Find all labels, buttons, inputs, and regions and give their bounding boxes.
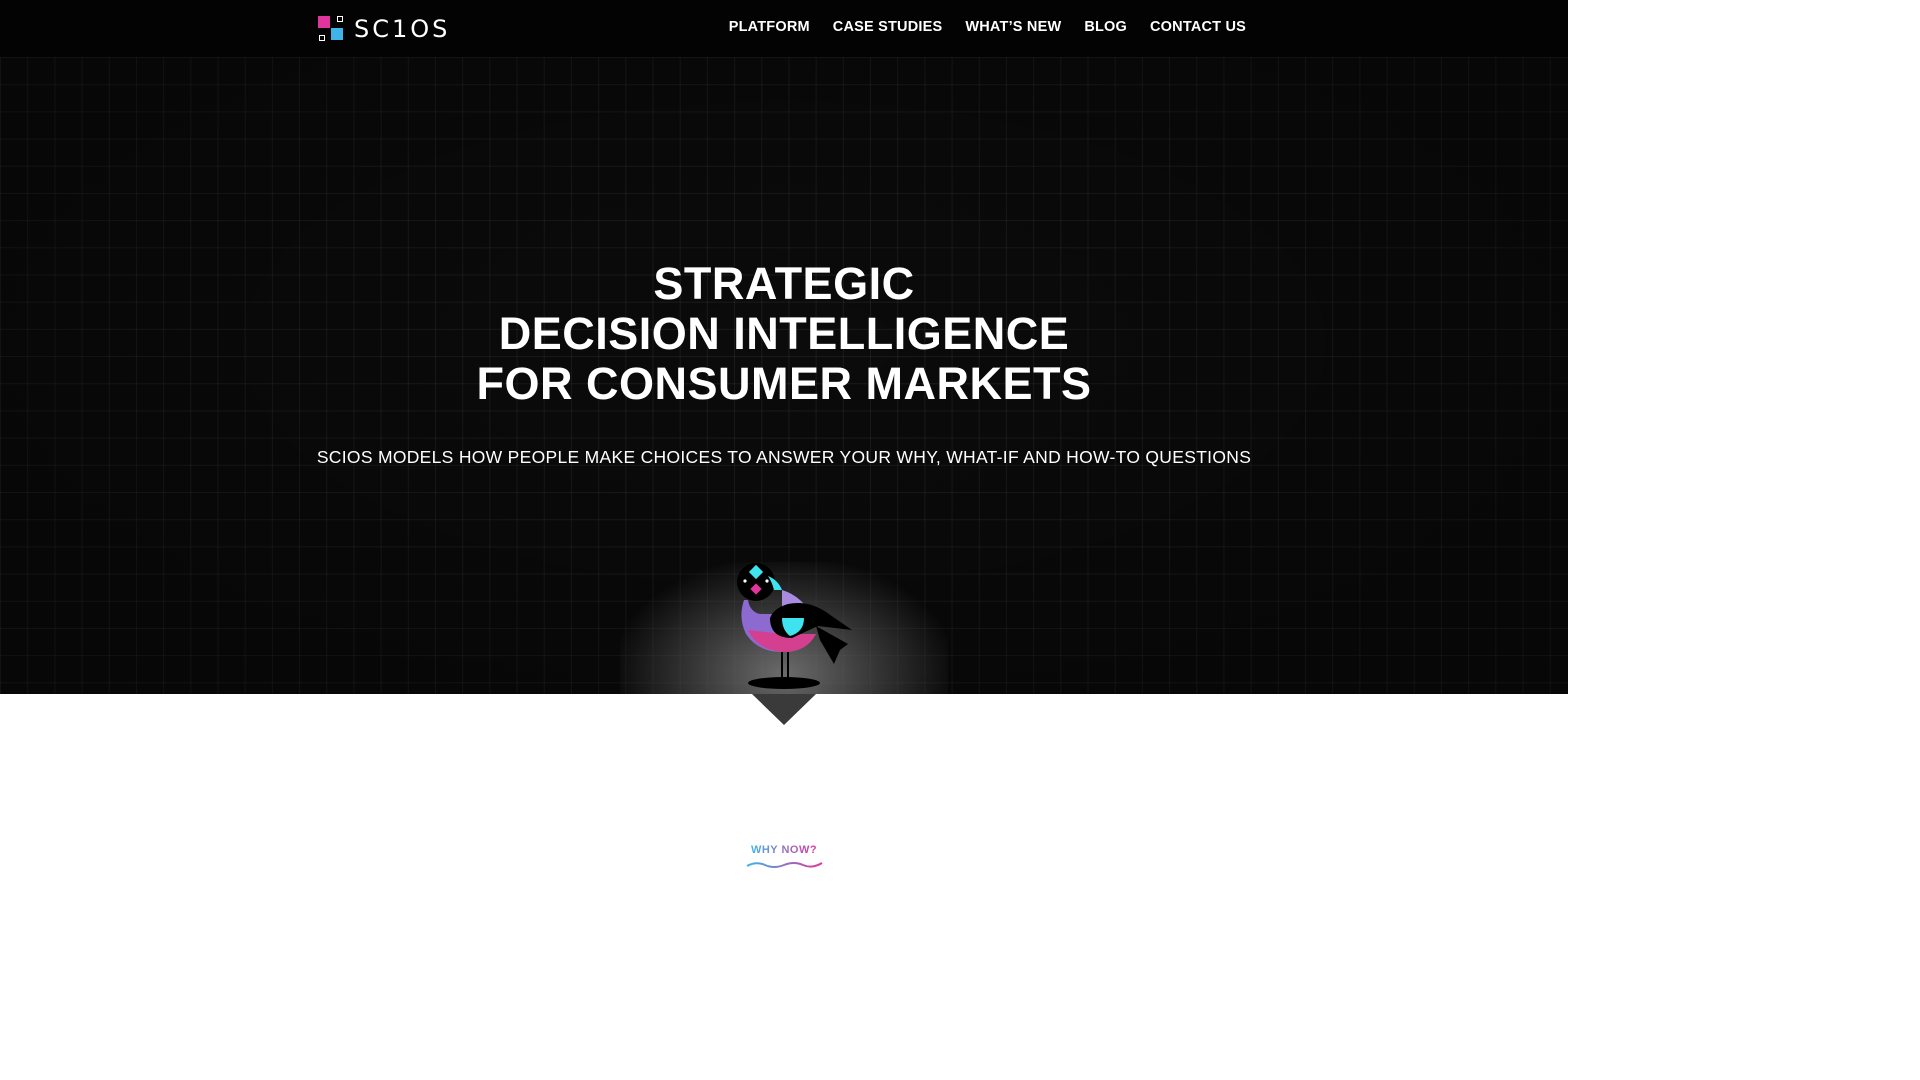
nav-item-blog[interactable]: BLOG <box>1084 19 1127 35</box>
geometric-bird-icon <box>737 563 852 689</box>
why-now-label: WHY NOW? <box>750 844 818 856</box>
nav-menu: PLATFORM CASE STUDIES WHAT’S NEW BLOG CO… <box>729 19 1246 35</box>
nav-item-platform[interactable]: PLATFORM <box>729 19 810 35</box>
top-navigation: SC1OS PLATFORM CASE STUDIES WHAT’S NEW B… <box>0 0 1568 57</box>
headline-line-3: FOR CONSUMER MARKETS <box>476 358 1092 409</box>
section-eyebrow: WHY NOW? <box>0 844 1568 856</box>
headline-line-1: STRATEGIC <box>653 258 915 309</box>
scios-logo[interactable]: SC1OS <box>318 14 450 44</box>
nav-item-case-studies[interactable]: CASE STUDIES <box>833 19 943 35</box>
nav-item-whats-new[interactable]: WHAT’S NEW <box>965 19 1061 35</box>
hero-headline: STRATEGIC DECISION INTELLIGENCE FOR CONS… <box>0 259 1568 409</box>
headline-line-2: DECISION INTELLIGENCE <box>498 308 1070 359</box>
logo-wordmark: SC1OS <box>354 15 451 43</box>
scios-logo-mark-icon <box>318 15 346 43</box>
wave-underline-icon <box>746 862 823 868</box>
nav-item-contact-us[interactable]: CONTACT US <box>1150 19 1246 35</box>
scroll-down-pointer <box>752 694 816 725</box>
hero-subheading: SCIOS MODELS HOW PEOPLE MAKE CHOICES TO … <box>316 447 1252 467</box>
